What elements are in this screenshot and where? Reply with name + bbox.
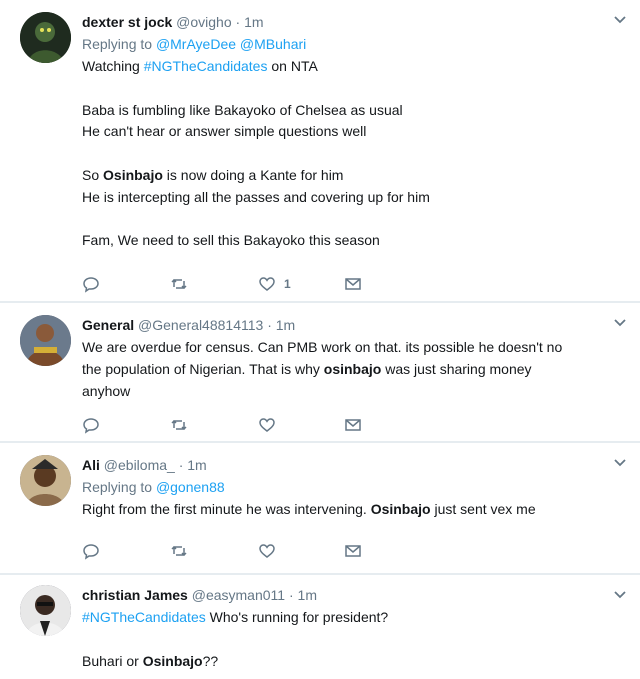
avatar-image <box>20 585 71 636</box>
chevron-down-icon[interactable] <box>612 455 628 471</box>
direct-message-button[interactable] <box>344 541 362 561</box>
reply-handles-link[interactable]: @MrAyeDee @MBuhari <box>156 36 306 52</box>
separator-dot: · <box>288 587 294 603</box>
text-line: anyhow <box>82 382 131 399</box>
chevron-down-icon[interactable] <box>612 12 628 28</box>
heart-icon <box>259 418 275 432</box>
reply-button[interactable] <box>82 415 100 435</box>
separator-dot: · <box>267 317 272 333</box>
display-name[interactable]: dexter st jock <box>82 14 172 30</box>
retweet-button[interactable] <box>170 274 188 294</box>
hashtag-link[interactable]: #NGTheCandidates <box>144 58 268 74</box>
avatar[interactable] <box>20 12 71 63</box>
text-segment: Who's running for president? <box>205 609 389 625</box>
chevron-down-icon[interactable] <box>612 315 628 331</box>
tweet-header: christian James @easyman011 · 1m <box>82 585 620 605</box>
heart-icon <box>259 544 275 558</box>
text-segment: on NTA <box>267 58 318 74</box>
tweet-actions: 1 <box>82 274 382 294</box>
text-line: We are overdue for census. Can PMB work … <box>82 339 563 355</box>
retweet-button[interactable] <box>170 415 188 435</box>
user-handle[interactable]: @ebiloma_ <box>104 457 175 473</box>
tweet-feed: dexter st jock @ovigho · 1m Replying to … <box>0 0 640 679</box>
timestamp[interactable]: 1m <box>187 457 206 473</box>
text-segment: Watching <box>82 58 144 74</box>
tweet-text: Right from the first minute he was inter… <box>82 499 620 521</box>
timestamp[interactable]: 1m <box>298 587 317 603</box>
text-segment: So <box>82 166 104 183</box>
bold-keyword: Osinbajo <box>142 652 203 669</box>
text-segment: just sent vex me <box>430 501 536 517</box>
retweet-button[interactable] <box>170 541 188 561</box>
tweet[interactable]: dexter st jock @ovigho · 1m Replying to … <box>0 0 640 301</box>
tweet[interactable]: General @General48814113 · 1m We are ove… <box>0 303 640 441</box>
tweet-text: Watching #NGTheCandidates on NTA Baba is… <box>82 56 620 252</box>
avatar[interactable] <box>20 315 71 366</box>
separator-dot: · <box>235 14 241 30</box>
replying-to-label: Replying to <box>82 479 153 495</box>
like-button[interactable] <box>258 415 276 435</box>
text-segment: is now doing a Kante for him <box>162 166 344 183</box>
timestamp[interactable]: 1m <box>276 317 295 333</box>
separator-dot: · <box>178 457 184 473</box>
message-icon <box>345 545 361 557</box>
chevron-down-icon[interactable] <box>612 587 628 603</box>
text-line: Baba is fumbling like Bakayoko of Chelse… <box>82 101 403 118</box>
replying-to: Replying to @MrAyeDee @MBuhari <box>82 34 620 54</box>
like-button[interactable] <box>258 541 276 561</box>
timestamp[interactable]: 1m <box>244 14 263 30</box>
tweet-header: dexter st jock @ovigho · 1m <box>82 12 620 32</box>
tweet-actions <box>82 541 382 561</box>
text-segment: was just sharing money <box>381 360 532 377</box>
reply-handles-link[interactable]: @gonen88 <box>156 479 225 495</box>
text-line: He is intercepting all the passes and co… <box>82 188 430 205</box>
text-segment: Right from the first minute he was inter… <box>82 501 371 517</box>
message-icon <box>345 419 361 431</box>
text-line: Fam, We need to sell this Bakayoko this … <box>82 232 380 249</box>
reply-icon <box>83 544 99 560</box>
avatar[interactable] <box>20 455 71 506</box>
retweet-icon <box>171 545 187 557</box>
tweet-text: We are overdue for census. Can PMB work … <box>82 337 620 402</box>
direct-message-button[interactable] <box>344 274 362 294</box>
hashtag-link[interactable]: #NGTheCandidates <box>82 609 206 625</box>
like-button[interactable]: 1 <box>258 274 291 294</box>
avatar-image <box>20 455 71 506</box>
reply-button[interactable] <box>82 274 100 294</box>
replying-to: Replying to @gonen88 <box>82 477 620 497</box>
display-name[interactable]: christian James <box>82 587 188 603</box>
avatar[interactable] <box>20 585 71 636</box>
like-count: 1 <box>284 277 291 291</box>
user-handle[interactable]: @easyman011 <box>192 587 285 603</box>
reply-button[interactable] <box>82 541 100 561</box>
user-handle[interactable]: @ovigho <box>176 14 231 30</box>
text-segment: Buhari or <box>82 652 143 669</box>
user-handle[interactable]: @General48814113 <box>138 317 263 333</box>
avatar-image <box>20 315 71 366</box>
text-line: He can't hear or answer simple questions… <box>82 123 367 140</box>
bold-keyword: Osinbajo <box>103 166 163 183</box>
tweet-actions <box>82 415 382 435</box>
heart-icon <box>259 277 275 291</box>
retweet-icon <box>171 419 187 431</box>
replying-to-label: Replying to <box>82 36 153 52</box>
reply-icon <box>83 277 99 293</box>
display-name[interactable]: Ali <box>82 457 100 473</box>
direct-message-button[interactable] <box>344 415 362 435</box>
reply-icon <box>83 418 99 434</box>
tweet-header: General @General48814113 · 1m <box>82 315 620 335</box>
tweet-header: Ali @ebiloma_ · 1m <box>82 455 620 475</box>
text-segment: ?? <box>202 652 219 669</box>
retweet-icon <box>171 278 187 290</box>
text-segment: the population of Nigerian. That is why <box>82 360 324 377</box>
avatar-image <box>20 12 71 63</box>
display-name[interactable]: General <box>82 317 134 333</box>
bold-keyword: osinbajo <box>323 360 382 377</box>
bold-keyword: Osinbajo <box>370 501 431 517</box>
tweet[interactable]: Ali @ebiloma_ · 1m Replying to @gonen88 … <box>0 443 640 573</box>
tweet[interactable]: christian James @easyman011 · 1m #NGTheC… <box>0 575 640 679</box>
message-icon <box>345 278 361 290</box>
tweet-text: #NGTheCandidates Who's running for presi… <box>82 607 620 672</box>
